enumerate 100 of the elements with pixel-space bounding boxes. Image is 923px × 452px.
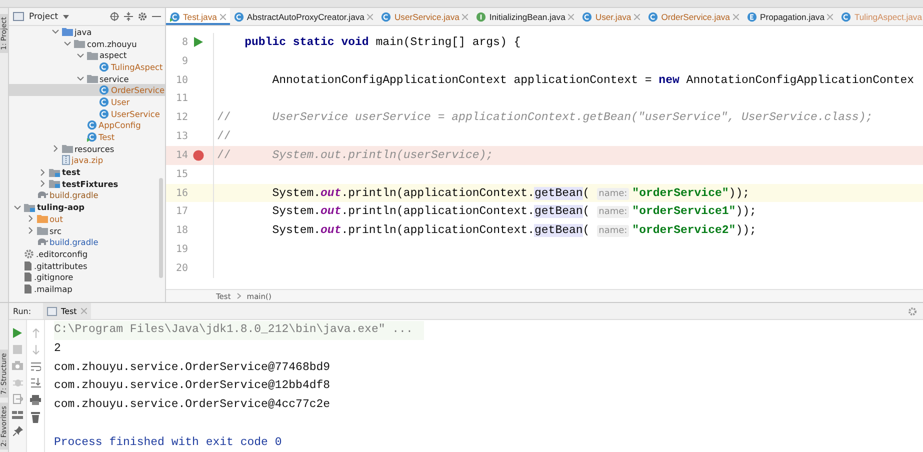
file-type-icon <box>476 12 486 22</box>
tree-item[interactable]: tuling-aop <box>9 201 165 213</box>
tree-item[interactable]: build.gradle <box>9 190 165 202</box>
close-icon[interactable] <box>732 14 739 20</box>
close-icon[interactable] <box>568 14 574 20</box>
settings-icon[interactable] <box>908 306 917 316</box>
line-number: 8 <box>180 36 188 48</box>
class-icon <box>99 85 109 96</box>
scrollbar[interactable] <box>159 178 163 278</box>
editor-tab[interactable]: Test.java <box>166 8 230 25</box>
run-icon[interactable] <box>13 328 22 338</box>
tree-item[interactable]: com.zhouyu <box>9 38 165 50</box>
line-number: 17 <box>174 206 188 218</box>
wrap-icon[interactable] <box>30 362 40 371</box>
tree-item[interactable]: AppConfig <box>9 120 165 132</box>
folder-icon <box>36 226 48 236</box>
console-line: Process finished with exit code 0 <box>54 434 283 451</box>
folder-icon <box>49 179 60 188</box>
close-icon[interactable] <box>367 14 374 20</box>
class-icon <box>86 120 96 130</box>
folder-icon <box>86 50 98 60</box>
print-icon[interactable] <box>30 395 41 405</box>
code-line: // System.out.println(userService); <box>216 148 494 162</box>
panel-title[interactable]: Project <box>29 12 58 22</box>
line-number: 12 <box>174 112 188 124</box>
editor-tab[interactable]: Propagation.java <box>742 8 838 25</box>
code-line: public static void main(String[] args) { <box>244 36 521 49</box>
code-line: // <box>216 130 231 144</box>
settings-icon[interactable] <box>138 12 147 21</box>
tree-item[interactable]: test <box>9 166 165 178</box>
exit-icon[interactable] <box>12 394 22 404</box>
tree-item[interactable]: service <box>9 72 165 84</box>
archive-icon <box>62 155 70 166</box>
tree-item[interactable]: UserService <box>9 108 165 120</box>
close-icon[interactable] <box>462 14 468 20</box>
tree-item[interactable]: testFixtures <box>9 178 165 190</box>
elephant-icon <box>36 191 48 200</box>
class-icon <box>86 132 96 142</box>
code-line: // UserService userService = applicationContext.getBean("userService", UserService.class); <box>216 111 873 124</box>
code-line: System.out.println(applicationContext.getBean( name: "orderService1")); <box>271 205 756 218</box>
run-icon[interactable] <box>194 37 202 48</box>
tree-item[interactable]: .editorconfig <box>9 248 165 260</box>
close-icon[interactable] <box>220 14 226 20</box>
tree-item[interactable]: Test <box>9 131 165 143</box>
tree-item[interactable]: aspect <box>9 49 165 62</box>
dropdown-icon[interactable] <box>63 14 70 18</box>
line-number: 15 <box>174 168 188 180</box>
pin-icon[interactable] <box>12 426 22 436</box>
editor-tab[interactable]: User.java <box>578 8 644 25</box>
tree-item[interactable]: .mailmap <box>9 283 165 295</box>
folder-icon <box>62 144 72 154</box>
panel-icon <box>13 12 24 21</box>
folder-icon <box>62 27 72 36</box>
tree-item[interactable]: java <box>9 26 165 38</box>
layout-icon[interactable] <box>12 411 23 419</box>
tree-item[interactable]: src <box>9 224 165 236</box>
tree-item[interactable]: resources <box>9 142 165 155</box>
tree-item[interactable]: out <box>9 213 165 225</box>
tree-item[interactable]: .gitattributes <box>9 260 165 272</box>
file-type-icon <box>381 12 392 22</box>
line-number: 14 <box>174 150 188 161</box>
code-line: System.out.println(applicationContext.getBean( name: "orderService2")); <box>271 224 756 238</box>
tree-item[interactable]: build.gradle <box>9 236 165 248</box>
class-icon <box>99 62 109 72</box>
locate-icon[interactable] <box>110 12 119 21</box>
folder-icon <box>74 39 85 48</box>
trash-icon[interactable] <box>31 412 40 423</box>
file-type-icon <box>841 12 852 22</box>
editor-tab[interactable]: UserService.java <box>377 8 472 25</box>
line-number: 19 <box>174 244 188 256</box>
file-type-icon <box>582 12 592 22</box>
editor-tab[interactable]: InitializingBean.java <box>472 8 578 25</box>
breakpoint-icon[interactable] <box>192 150 204 161</box>
folder-icon <box>24 202 35 212</box>
file-type-icon <box>234 12 244 22</box>
folder-icon <box>36 214 48 224</box>
editor-tab[interactable]: OrderService.java <box>644 8 743 25</box>
run-tab[interactable]: Test <box>43 303 91 319</box>
line-number: 11 <box>174 93 188 104</box>
tree-item[interactable]: java.zip <box>9 154 165 166</box>
line-number: 10 <box>174 74 188 86</box>
tree-item[interactable]: .gitignore <box>9 271 165 284</box>
code-line: System.out.println(applicationContext.getBean( name: "orderService")); <box>271 186 750 200</box>
editor-tab[interactable]: AbstractAutoProxyCreator.java <box>230 8 378 25</box>
collapse-icon[interactable] <box>124 12 133 21</box>
class-icon <box>99 96 109 107</box>
code-line: AnnotationConfigApplicationContext applicationContext = new AnnotationConfigApplicationContex <box>271 74 914 87</box>
scroll-end-icon[interactable] <box>30 378 40 388</box>
close-icon[interactable] <box>634 14 640 20</box>
tree-item[interactable]: TulingAspect <box>9 61 165 73</box>
line-number: 16 <box>174 188 188 199</box>
console-line: com.zhouyu.service.OrderService@77468bd9 <box>54 360 332 376</box>
folder-icon <box>49 168 60 177</box>
console-line: 2 <box>54 340 62 357</box>
elephant-icon <box>36 238 48 246</box>
close-icon[interactable] <box>827 14 834 20</box>
panel-title: Run: <box>13 306 32 316</box>
tree-item[interactable]: User <box>9 96 165 108</box>
chevron-icon <box>236 293 241 299</box>
file-type-icon <box>170 12 180 22</box>
